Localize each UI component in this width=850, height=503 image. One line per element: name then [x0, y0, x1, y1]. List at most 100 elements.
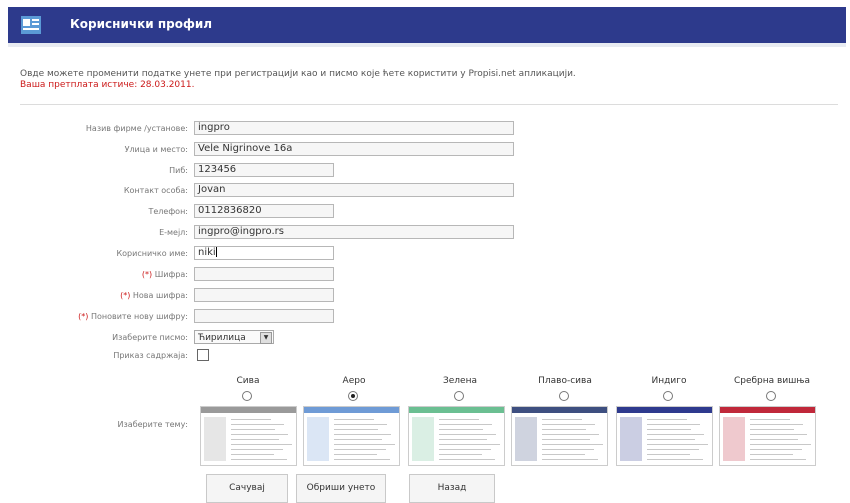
header-bar: Кориснички профил: [8, 7, 846, 43]
theme-preview-line: [231, 434, 288, 435]
pib-input[interactable]: 123456: [194, 163, 334, 177]
theme-preview-line: [334, 429, 378, 430]
theme-preview-line: [647, 424, 700, 425]
show-contents-checkbox[interactable]: [197, 349, 209, 361]
theme-preview[interactable]: [303, 406, 400, 466]
theme-preview-line: [439, 439, 487, 440]
username-input[interactable]: niki: [194, 246, 334, 260]
phone-input[interactable]: 0112836820: [194, 204, 334, 218]
theme-preview[interactable]: [511, 406, 608, 466]
section-divider: [20, 104, 838, 105]
required-mark: (*): [141, 270, 153, 279]
new-password-input[interactable]: [194, 288, 334, 302]
theme-preview-sidebar: [307, 417, 329, 461]
theme-preview-line: [647, 439, 695, 440]
theme-preview-line: [334, 434, 391, 435]
script-select[interactable]: Ћирилица ▼: [194, 330, 274, 344]
theme-preview-bar: [409, 407, 504, 413]
address-input[interactable]: Vele Nigrinove 16a: [194, 142, 514, 156]
theme-preview-sidebar: [412, 417, 434, 461]
theme-preview-line: [542, 444, 603, 445]
company-input[interactable]: ingpro: [194, 121, 514, 135]
username-label: Корисничко име:: [116, 249, 188, 258]
intro-text: Овде можете променити податке унете при …: [20, 69, 576, 79]
theme-preview-sidebar: [723, 417, 745, 461]
theme-preview-line: [231, 419, 271, 420]
new-password-label: (*) Нова шифра:: [0, 291, 188, 300]
theme-preview-sidebar: [620, 417, 642, 461]
script-selected: Ћирилица: [198, 333, 246, 343]
back-button[interactable]: Назад: [409, 474, 495, 503]
show-contents-label: Приказ садржаја:: [113, 351, 188, 360]
contact-input[interactable]: Jovan: [194, 183, 514, 197]
theme-preview[interactable]: [719, 406, 816, 466]
theme-preview-sidebar: [515, 417, 537, 461]
address-label: Улица и место:: [124, 145, 188, 154]
chevron-down-icon[interactable]: ▼: [260, 332, 272, 344]
theme-name: Плаво-сива: [538, 376, 592, 386]
theme-preview-line: [750, 429, 794, 430]
theme-name: Индиго: [651, 376, 687, 386]
theme-preview-line: [750, 459, 806, 460]
theme-radio-indigo[interactable]: [663, 391, 673, 401]
email-label: E-мејл:: [159, 228, 188, 237]
theme-radio-zelena[interactable]: [454, 391, 464, 401]
theme-preview-line: [542, 439, 590, 440]
subscription-expiry: Ваша претплата истиче: 28.03.2011.: [20, 80, 195, 90]
theme-preview-bar: [720, 407, 815, 413]
theme-preview-line: [750, 454, 793, 455]
theme-preview-line: [647, 429, 691, 430]
theme-preview-line: [439, 424, 492, 425]
theme-radio-siva[interactable]: [242, 391, 252, 401]
theme-preview-sidebar: [204, 417, 226, 461]
theme-preview-line: [439, 434, 496, 435]
theme-preview-bar: [304, 407, 399, 413]
page-title: Кориснички профил: [70, 17, 213, 31]
theme-preview-line: [439, 449, 491, 450]
required-mark: (*): [120, 291, 131, 300]
theme-preview-line: [647, 454, 690, 455]
theme-name: Сребрна вишња: [733, 376, 811, 386]
profile-app-icon: [21, 16, 41, 34]
theme-preview-line: [439, 454, 482, 455]
text-cursor: [215, 247, 217, 257]
theme-preview-bar: [617, 407, 712, 413]
theme-preview-line: [542, 434, 599, 435]
save-button[interactable]: Сачувај: [206, 474, 288, 503]
theme-preview-line: [542, 419, 582, 420]
repeat-password-input[interactable]: [194, 309, 334, 323]
theme-preview-line: [647, 444, 708, 445]
theme-preview-line: [334, 459, 390, 460]
header-divider: [8, 43, 846, 47]
theme-name: Сива: [236, 376, 260, 386]
script-label: Изаберите писмо:: [112, 333, 188, 342]
password-input[interactable]: [194, 267, 334, 281]
email-input[interactable]: ingpro@ingpro.rs: [194, 225, 514, 239]
repeat-password-label-text: Поновите нову шифру:: [90, 312, 188, 321]
theme-preview-line: [647, 419, 687, 420]
theme-preview[interactable]: [408, 406, 505, 466]
theme-preview-line: [439, 459, 495, 460]
theme-preview-line: [439, 444, 500, 445]
theme-preview[interactable]: [616, 406, 713, 466]
repeat-password-label: (*) Поновите нову шифру:: [0, 312, 188, 321]
theme-preview-line: [334, 419, 374, 420]
theme-preview-line: [231, 429, 275, 430]
theme-preview-line: [439, 419, 479, 420]
theme-preview-line: [231, 449, 283, 450]
theme-radio-srebrna-visnja[interactable]: [766, 391, 776, 401]
clear-button[interactable]: Обриши унето: [296, 474, 386, 503]
theme-radio-plavo-siva[interactable]: [559, 391, 569, 401]
theme-preview[interactable]: [200, 406, 297, 466]
theme-preview-line: [750, 434, 807, 435]
theme-preview-line: [231, 424, 284, 425]
theme-name: Зелена: [443, 376, 477, 386]
theme-preview-line: [542, 449, 594, 450]
theme-preview-line: [231, 439, 279, 440]
theme-preview-line: [231, 459, 287, 460]
theme-radio-aero[interactable]: [348, 391, 358, 401]
theme-preview-line: [334, 439, 382, 440]
pib-label: Пиб:: [169, 166, 188, 175]
theme-preview-line: [750, 419, 790, 420]
theme-preview-line: [647, 459, 703, 460]
